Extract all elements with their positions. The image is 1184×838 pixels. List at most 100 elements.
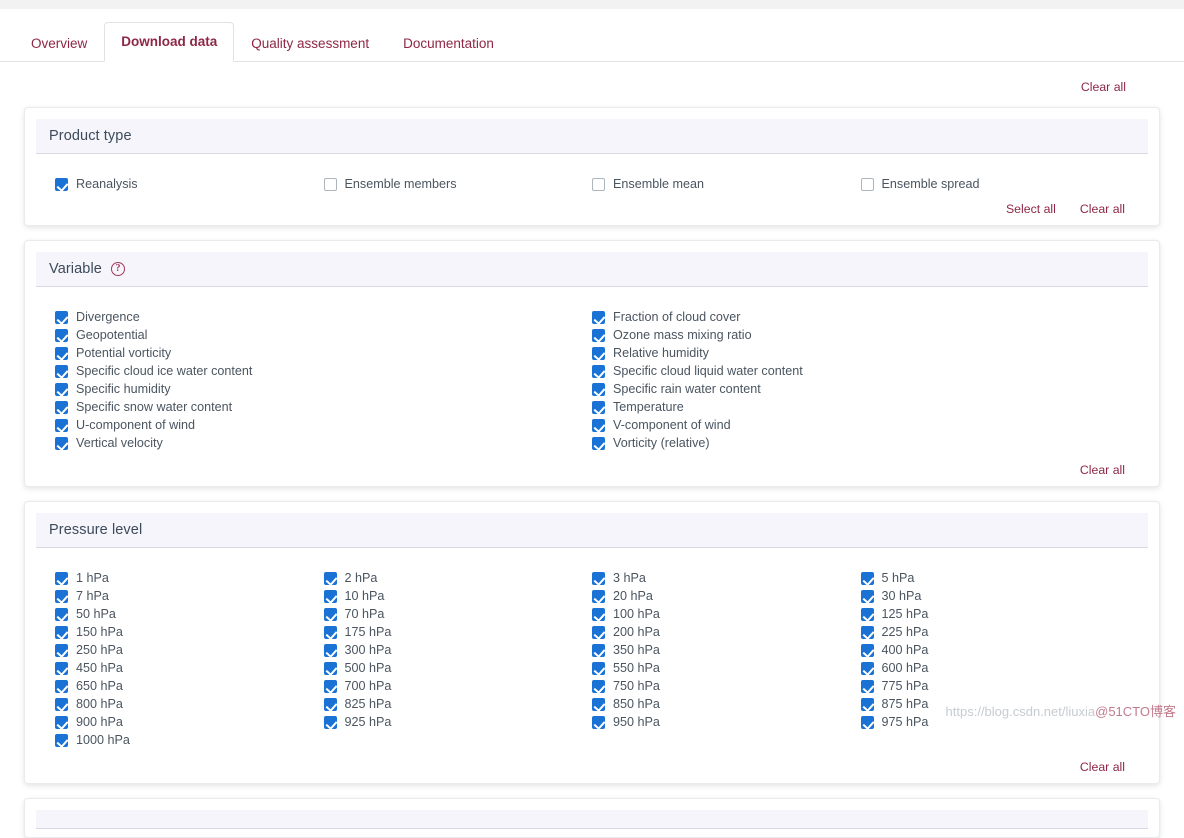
checkbox-row-900-hpa[interactable]: 900 hPa (55, 714, 324, 731)
checkbox-row-ensemble-spread[interactable]: Ensemble spread (860, 176, 1130, 193)
checkbox-checked-icon[interactable] (55, 572, 68, 585)
checkbox-row-450-hpa[interactable]: 450 hPa (55, 660, 324, 677)
checkbox-row-400-hpa[interactable]: 400 hPa (860, 642, 1130, 659)
checkbox-row-potential-vorticity[interactable]: Potential vorticity (55, 345, 592, 362)
checkbox-checked-icon[interactable] (323, 662, 337, 675)
checkbox-row-2-hpa[interactable]: 2 hPa (323, 570, 593, 587)
checkbox-checked-icon[interactable] (592, 680, 605, 693)
checkbox-row-850-hpa[interactable]: 850 hPa (592, 696, 861, 713)
checkbox-row-350-hpa[interactable]: 350 hPa (592, 642, 861, 659)
tab-download-data[interactable]: Download data (104, 21, 235, 62)
tab-quality-assessment[interactable]: Quality assessment (234, 25, 386, 63)
checkbox-row-10-hpa[interactable]: 10 hPa (323, 588, 593, 605)
checkbox-row-600-hpa[interactable]: 600 hPa (860, 660, 1130, 677)
checkbox-checked-icon[interactable] (55, 662, 68, 675)
checkbox-checked-icon[interactable] (592, 329, 605, 342)
checkbox-checked-icon[interactable] (860, 644, 874, 657)
checkbox-row-1000-hpa[interactable]: 1000 hPa (55, 732, 324, 749)
checkbox-row-7-hpa[interactable]: 7 hPa (55, 588, 324, 605)
checkbox-checked-icon[interactable] (860, 590, 874, 603)
checkbox-row-175-hpa[interactable]: 175 hPa (323, 624, 593, 641)
checkbox-unchecked-icon[interactable] (323, 178, 337, 191)
checkbox-row-550-hpa[interactable]: 550 hPa (592, 660, 861, 677)
checkbox-checked-icon[interactable] (323, 572, 337, 585)
checkbox-checked-icon[interactable] (860, 680, 874, 693)
checkbox-row-775-hpa[interactable]: 775 hPa (860, 678, 1130, 695)
checkbox-row-3-hpa[interactable]: 3 hPa (592, 570, 861, 587)
checkbox-row-vertical-velocity[interactable]: Vertical velocity (55, 435, 592, 452)
checkbox-row-reanalysis[interactable]: Reanalysis (55, 176, 324, 193)
checkbox-row-800-hpa[interactable]: 800 hPa (55, 696, 324, 713)
checkbox-checked-icon[interactable] (323, 590, 337, 603)
checkbox-checked-icon[interactable] (860, 608, 874, 621)
checkbox-checked-icon[interactable] (860, 626, 874, 639)
checkbox-checked-icon[interactable] (55, 716, 68, 729)
checkbox-checked-icon[interactable] (55, 401, 68, 414)
checkbox-row-30-hpa[interactable]: 30 hPa (860, 588, 1130, 605)
checkbox-checked-icon[interactable] (55, 178, 68, 191)
checkbox-row-specific-snow-water-content[interactable]: Specific snow water content (55, 399, 592, 416)
checkbox-row-5-hpa[interactable]: 5 hPa (860, 570, 1130, 587)
checkbox-row-200-hpa[interactable]: 200 hPa (592, 624, 861, 641)
checkbox-checked-icon[interactable] (592, 401, 605, 414)
checkbox-checked-icon[interactable] (55, 644, 68, 657)
checkbox-row-v-component-of-wind[interactable]: V-component of wind (592, 417, 1129, 434)
checkbox-row-fraction-of-cloud-cover[interactable]: Fraction of cloud cover (592, 309, 1129, 326)
checkbox-row-u-component-of-wind[interactable]: U-component of wind (55, 417, 592, 434)
checkbox-checked-icon[interactable] (592, 437, 605, 450)
checkbox-checked-icon[interactable] (592, 608, 605, 621)
page-clear-all-link[interactable]: Clear all (1081, 80, 1126, 94)
checkbox-checked-icon[interactable] (55, 329, 68, 342)
checkbox-checked-icon[interactable] (323, 680, 337, 693)
checkbox-checked-icon[interactable] (592, 698, 605, 711)
checkbox-row-20-hpa[interactable]: 20 hPa (592, 588, 861, 605)
checkbox-checked-icon[interactable] (55, 311, 68, 324)
checkbox-checked-icon[interactable] (323, 716, 337, 729)
checkbox-checked-icon[interactable] (592, 311, 605, 324)
checkbox-row-650-hpa[interactable]: 650 hPa (55, 678, 324, 695)
checkbox-unchecked-icon[interactable] (592, 178, 605, 191)
checkbox-row-825-hpa[interactable]: 825 hPa (323, 696, 593, 713)
checkbox-checked-icon[interactable] (323, 608, 337, 621)
checkbox-checked-icon[interactable] (592, 644, 605, 657)
checkbox-row-225-hpa[interactable]: 225 hPa (860, 624, 1130, 641)
checkbox-row-specific-cloud-liquid-water-content[interactable]: Specific cloud liquid water content (592, 363, 1129, 380)
checkbox-row-divergence[interactable]: Divergence (55, 309, 592, 326)
checkbox-checked-icon[interactable] (55, 437, 68, 450)
checkbox-row-specific-humidity[interactable]: Specific humidity (55, 381, 592, 398)
checkbox-row-vorticity-relative[interactable]: Vorticity (relative) (592, 435, 1129, 452)
checkbox-checked-icon[interactable] (592, 626, 605, 639)
checkbox-checked-icon[interactable] (592, 419, 605, 432)
checkbox-row-750-hpa[interactable]: 750 hPa (592, 678, 861, 695)
checkbox-row-250-hpa[interactable]: 250 hPa (55, 642, 324, 659)
checkbox-checked-icon[interactable] (323, 644, 337, 657)
question-mark-circle-icon[interactable]: ? (110, 262, 125, 276)
checkbox-row-specific-rain-water-content[interactable]: Specific rain water content (592, 381, 1129, 398)
checkbox-row-300-hpa[interactable]: 300 hPa (323, 642, 593, 659)
checkbox-checked-icon[interactable] (323, 626, 337, 639)
checkbox-checked-icon[interactable] (55, 608, 68, 621)
checkbox-row-500-hpa[interactable]: 500 hPa (323, 660, 593, 677)
checkbox-row-ensemble-members[interactable]: Ensemble members (323, 176, 593, 193)
clear-all-link[interactable]: Clear all (1080, 202, 1125, 216)
checkbox-row-70-hpa[interactable]: 70 hPa (323, 606, 593, 623)
checkbox-checked-icon[interactable] (592, 347, 605, 360)
checkbox-row-temperature[interactable]: Temperature (592, 399, 1129, 416)
checkbox-checked-icon[interactable] (323, 698, 337, 711)
checkbox-row-150-hpa[interactable]: 150 hPa (55, 624, 324, 641)
checkbox-row-125-hpa[interactable]: 125 hPa (860, 606, 1130, 623)
checkbox-checked-icon[interactable] (55, 734, 68, 747)
checkbox-checked-icon[interactable] (860, 698, 874, 711)
checkbox-checked-icon[interactable] (592, 716, 605, 729)
checkbox-row-geopotential[interactable]: Geopotential (55, 327, 592, 344)
checkbox-checked-icon[interactable] (592, 590, 605, 603)
checkbox-row-specific-cloud-ice-water-content[interactable]: Specific cloud ice water content (55, 363, 592, 380)
checkbox-checked-icon[interactable] (55, 698, 68, 711)
checkbox-checked-icon[interactable] (860, 662, 874, 675)
tab-documentation[interactable]: Documentation (386, 25, 511, 63)
checkbox-checked-icon[interactable] (55, 680, 68, 693)
checkbox-checked-icon[interactable] (55, 365, 68, 378)
checkbox-row-relative-humidity[interactable]: Relative humidity (592, 345, 1129, 362)
select-all-link[interactable]: Select all (1006, 202, 1056, 216)
checkbox-row-1-hpa[interactable]: 1 hPa (55, 570, 324, 587)
